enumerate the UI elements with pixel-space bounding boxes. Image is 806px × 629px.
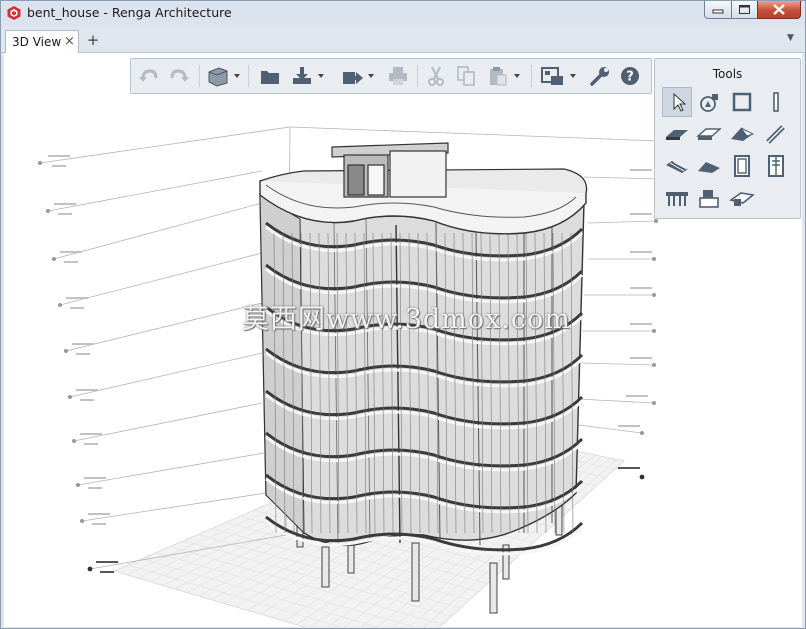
tools-panel-title: Tools xyxy=(712,67,743,81)
maximize-button[interactable] xyxy=(731,1,758,19)
ramp-icon xyxy=(698,162,720,173)
toolbar-separator xyxy=(248,65,249,87)
renga-logo-icon xyxy=(7,6,21,20)
3d-viewport[interactable]: ? Tools 莫西网www.3dmox.com xyxy=(4,53,802,627)
open-button[interactable] xyxy=(257,63,283,89)
opening-icon xyxy=(729,192,755,206)
undo-button[interactable] xyxy=(136,63,162,89)
import-icon xyxy=(293,67,311,84)
tool-beam[interactable] xyxy=(761,119,791,149)
tool-window[interactable] xyxy=(727,151,757,181)
tools-panel: Tools xyxy=(654,58,801,219)
open-folder-icon xyxy=(261,71,279,84)
print-icon xyxy=(389,67,407,85)
tool-select[interactable] xyxy=(662,87,692,117)
column-icon xyxy=(773,92,779,112)
paste-dropdown[interactable] xyxy=(511,63,523,89)
wall-frame-icon xyxy=(732,92,752,112)
chevron-down-icon xyxy=(570,74,576,78)
select-arrow-icon xyxy=(673,92,687,112)
tab-label: 3D View xyxy=(12,35,62,49)
settings-button[interactable] xyxy=(587,63,613,89)
tool-equipment[interactable] xyxy=(694,183,724,213)
minimize-icon xyxy=(712,9,724,14)
print-button[interactable] xyxy=(385,63,411,89)
view-cube-dropdown[interactable] xyxy=(231,63,243,89)
export-icon xyxy=(343,72,363,84)
chevron-down-icon xyxy=(514,74,520,78)
slab-icon xyxy=(666,130,688,140)
shapes-icon xyxy=(700,94,718,112)
drawing-sheet-dropdown[interactable] xyxy=(567,63,579,89)
watermark: 莫西网www.3dmox.com xyxy=(242,304,571,335)
help-button[interactable]: ? xyxy=(617,63,643,89)
import-button[interactable] xyxy=(289,63,315,89)
drawing-sheet-button[interactable] xyxy=(539,63,565,89)
tab-list-dropdown[interactable]: ▼ xyxy=(787,33,794,43)
tool-ramp[interactable] xyxy=(694,151,724,181)
chevron-down-icon xyxy=(318,74,324,78)
floor-icon xyxy=(696,128,722,140)
export-dropdown[interactable] xyxy=(365,63,377,89)
paste-button[interactable] xyxy=(485,63,511,89)
tool-railing[interactable] xyxy=(662,183,692,213)
redo-icon xyxy=(170,69,189,82)
title-bar[interactable]: bent_house - Renga Architecture xyxy=(1,1,805,26)
toolbar-separator xyxy=(417,65,418,87)
copy-icon xyxy=(457,66,475,86)
tool-slab[interactable] xyxy=(662,119,692,149)
roof-stair-tower xyxy=(331,142,449,198)
toolbar-separator xyxy=(531,65,532,87)
add-tab-button[interactable]: + xyxy=(84,30,102,50)
view-cube-button[interactable] xyxy=(205,63,231,89)
stair-icon xyxy=(666,161,688,173)
tool-opening[interactable] xyxy=(727,183,757,213)
toolbar-separator xyxy=(199,65,200,87)
window-icon xyxy=(734,155,750,177)
tab-strip: 3D View × + ▼ xyxy=(1,28,805,53)
tool-roof[interactable] xyxy=(727,119,757,149)
undo-icon xyxy=(139,69,158,82)
door-icon xyxy=(768,155,784,177)
cut-icon xyxy=(428,66,444,86)
paste-icon xyxy=(490,67,507,86)
tool-shapes[interactable] xyxy=(694,87,724,117)
settings-wrench-icon xyxy=(590,67,609,86)
chevron-down-icon xyxy=(234,74,240,78)
cut-button[interactable] xyxy=(423,63,449,89)
railing-icon xyxy=(666,192,688,206)
app-window: bent_house - Renga Architecture 3D View … xyxy=(0,0,806,629)
svg-text:?: ? xyxy=(626,70,634,85)
tool-stair[interactable] xyxy=(662,151,692,181)
close-icon xyxy=(773,4,785,15)
import-dropdown[interactable] xyxy=(315,63,327,89)
beam-icon xyxy=(766,125,785,144)
equipment-icon xyxy=(699,190,719,208)
redo-button[interactable] xyxy=(166,63,192,89)
chevron-down-icon xyxy=(368,74,374,78)
tool-column[interactable] xyxy=(761,87,791,117)
tool-door[interactable] xyxy=(761,151,791,181)
drawing-sheet-icon xyxy=(541,67,563,85)
view-cube-icon xyxy=(208,67,228,87)
main-toolbar: ? xyxy=(130,58,652,94)
close-button[interactable] xyxy=(757,1,801,19)
tool-floor[interactable] xyxy=(694,119,724,149)
tool-wall[interactable] xyxy=(727,87,757,117)
roof-icon xyxy=(731,127,755,141)
maximize-icon xyxy=(739,5,750,14)
tab-3d-view[interactable]: 3D View × xyxy=(5,30,79,53)
minimize-button[interactable] xyxy=(704,1,732,19)
help-icon: ? xyxy=(621,67,639,85)
window-title: bent_house - Renga Architecture xyxy=(27,5,232,20)
export-button[interactable] xyxy=(339,63,365,89)
copy-button[interactable] xyxy=(453,63,479,89)
tab-close-icon[interactable]: × xyxy=(64,34,75,49)
